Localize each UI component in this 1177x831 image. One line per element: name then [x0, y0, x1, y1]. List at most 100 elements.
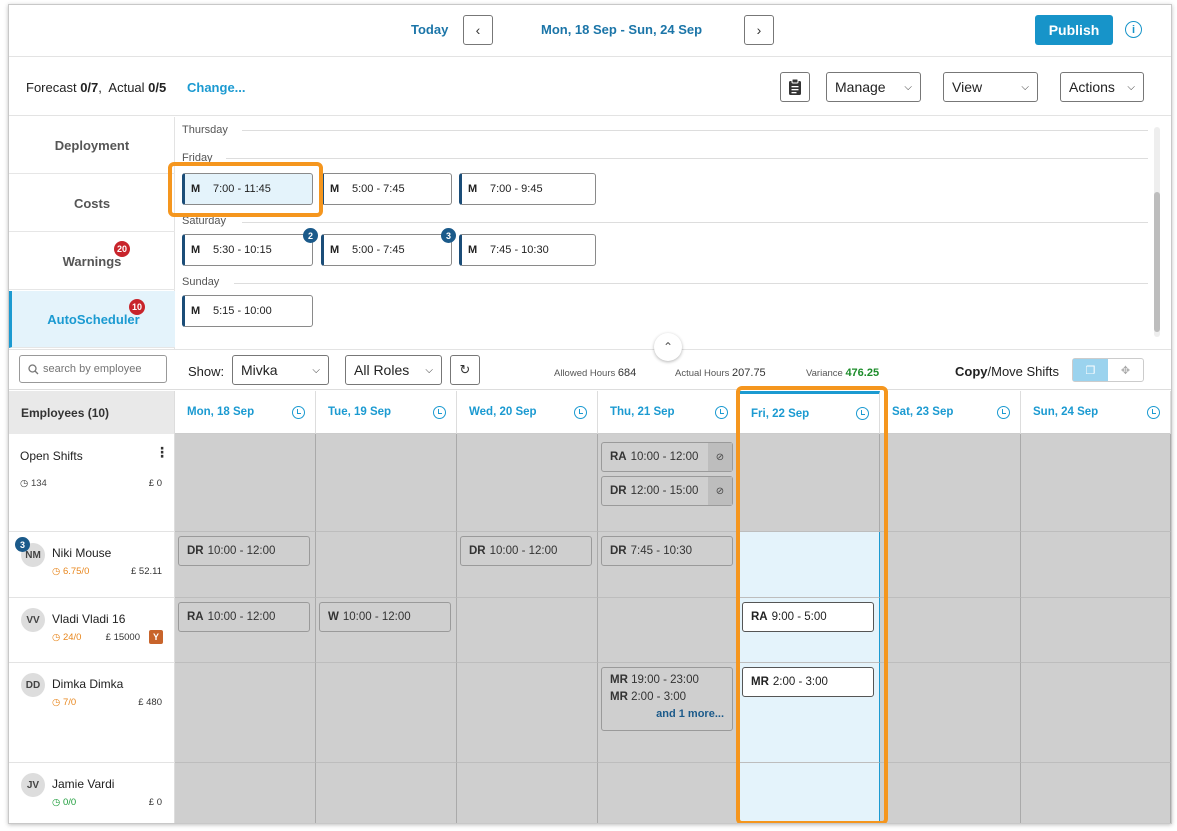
shift-block[interactable]: RA 9:00 - 5:00	[742, 602, 874, 632]
grid-cell[interactable]	[880, 434, 1021, 532]
grid-cell[interactable]	[1021, 663, 1171, 763]
roles-dropdown[interactable]: All Roles ⌵	[345, 355, 442, 385]
grid-cell[interactable]: RA 10:00 - 12:00	[175, 598, 316, 663]
day-header-thu[interactable]: Thu, 21 Sep	[598, 391, 739, 434]
clock-icon[interactable]	[292, 405, 305, 419]
today-link[interactable]: Today	[411, 22, 448, 37]
more-shifts-link[interactable]: and 1 more...	[610, 708, 724, 720]
grid-cell[interactable]	[880, 763, 1021, 823]
grid-cell[interactable]: DR 7:45 - 10:30	[598, 532, 739, 598]
collapse-panel-button[interactable]: ⌃	[654, 333, 682, 361]
manage-dropdown[interactable]: Manage ⌵	[826, 72, 921, 102]
grid-cell[interactable]	[457, 598, 598, 663]
shift-block[interactable]: MR 2:00 - 3:00	[742, 667, 874, 697]
grid-cell[interactable]	[457, 763, 598, 823]
copy-icon[interactable]: ❐	[1073, 359, 1108, 381]
open-shift-ra[interactable]: RA 10:00 - 12:00 ⊘	[601, 442, 733, 472]
clock-icon[interactable]	[1147, 405, 1160, 419]
grid-cell[interactable]	[316, 763, 457, 823]
move-icon[interactable]: ✥	[1108, 359, 1143, 381]
previous-week-button[interactable]: ‹	[463, 15, 493, 45]
grid-cell[interactable]: W 10:00 - 12:00	[316, 598, 457, 663]
next-week-button[interactable]: ›	[744, 15, 774, 45]
saturday-shift-card-3[interactable]: M 7:45 - 10:30	[459, 234, 596, 266]
info-icon[interactable]: i	[1125, 21, 1142, 38]
show-dropdown[interactable]: Mivka ⌵	[232, 355, 329, 385]
friday-shift-card-1[interactable]: M 7:00 - 11:45	[182, 173, 313, 205]
grid-cell[interactable]	[598, 598, 739, 663]
grid-cell[interactable]	[739, 763, 880, 823]
autofill-button[interactable]: ↻	[450, 355, 480, 385]
grid-cell[interactable]: RA 10:00 - 12:00 ⊘ DR 12:00 - 15:00 ⊘	[598, 434, 739, 532]
employee-name[interactable]: Vladi Vladi 16	[52, 612, 125, 626]
grid-cell[interactable]	[598, 763, 739, 823]
employee-name[interactable]: Jamie Vardi	[52, 777, 114, 791]
grid-cell[interactable]	[175, 663, 316, 763]
grid-cell[interactable]	[1021, 434, 1171, 532]
nav-warnings[interactable]: Warnings 20	[9, 233, 175, 290]
clock-icon[interactable]	[715, 405, 728, 419]
shift-block[interactable]: RA 10:00 - 12:00	[178, 602, 310, 632]
grid-cell[interactable]: MR 19:00 - 23:00 MR 2:00 - 3:00 and 1 mo…	[598, 663, 739, 763]
nav-autoscheduler[interactable]: AutoScheduler 10	[9, 291, 175, 348]
grid-cell[interactable]	[880, 663, 1021, 763]
multi-shift-block[interactable]: MR 19:00 - 23:00 MR 2:00 - 3:00 and 1 mo…	[601, 667, 733, 731]
grid-cell[interactable]	[880, 532, 1021, 598]
grid-cell[interactable]	[739, 434, 880, 532]
scrollbar-thumb[interactable]	[1154, 192, 1160, 332]
day-header-wed[interactable]: Wed, 20 Sep	[457, 391, 598, 434]
grid-cell[interactable]	[1021, 532, 1171, 598]
clock-icon[interactable]	[433, 405, 446, 419]
change-link[interactable]: Change...	[187, 80, 246, 95]
saturday-shift-card-1[interactable]: M 5:30 - 10:15	[182, 234, 313, 266]
shift-block[interactable]: DR 7:45 - 10:30	[601, 536, 733, 566]
saturday-shift-card-2[interactable]: M 5:00 - 7:45	[321, 234, 452, 266]
grid-cell[interactable]	[316, 434, 457, 532]
employee-name[interactable]: Dimka Dimka	[52, 677, 123, 691]
shift-block[interactable]: DR 10:00 - 12:00	[460, 536, 592, 566]
grid-cell[interactable]: MR 2:00 - 3:00	[739, 663, 880, 763]
grid-cell[interactable]: DR 10:00 - 12:00	[457, 532, 598, 598]
day-header-fri[interactable]: Fri, 22 Sep	[739, 391, 880, 434]
grid-cell[interactable]	[457, 663, 598, 763]
clock-icon[interactable]	[574, 405, 587, 419]
grid-cell[interactable]	[316, 532, 457, 598]
grid-cell[interactable]	[880, 598, 1021, 663]
clock-icon[interactable]	[856, 407, 869, 420]
clipboard-button[interactable]	[780, 72, 810, 102]
employee-search[interactable]	[19, 355, 167, 383]
day-header-sat[interactable]: Sat, 23 Sep	[880, 391, 1021, 434]
copy-move-toggle[interactable]: ❐ ✥	[1072, 358, 1144, 382]
employee-hours: ◷ 7/0	[52, 697, 77, 708]
grid-cell[interactable]	[739, 532, 880, 598]
day-header-tue[interactable]: Tue, 19 Sep	[316, 391, 457, 434]
day-header-mon[interactable]: Mon, 18 Sep	[175, 391, 316, 434]
grid-cell[interactable]	[1021, 763, 1171, 823]
eye-slash-icon[interactable]: ⊘	[708, 477, 732, 505]
grid-cell[interactable]: RA 9:00 - 5:00	[739, 598, 880, 663]
actions-dropdown[interactable]: Actions ⌵	[1060, 72, 1144, 102]
view-dropdown[interactable]: View ⌵	[943, 72, 1038, 102]
friday-shift-card-2[interactable]: M 5:00 - 7:45	[321, 173, 452, 205]
shift-block[interactable]: DR 10:00 - 12:00	[178, 536, 310, 566]
sunday-shift-card-1[interactable]: M 5:15 - 10:00	[182, 295, 313, 327]
publish-button[interactable]: Publish	[1035, 15, 1113, 45]
open-shift-dr[interactable]: DR 12:00 - 15:00 ⊘	[601, 476, 733, 506]
grid-cell[interactable]: DR 10:00 - 12:00	[175, 532, 316, 598]
grid-cell[interactable]	[175, 434, 316, 532]
day-header-sun[interactable]: Sun, 24 Sep	[1021, 391, 1171, 434]
nav-deployment[interactable]: Deployment	[9, 117, 175, 174]
grid-cell[interactable]	[175, 763, 316, 823]
grid-cell[interactable]	[316, 663, 457, 763]
panel-scrollbar[interactable]	[1154, 127, 1160, 337]
shift-block[interactable]: W 10:00 - 12:00	[319, 602, 451, 632]
employee-name[interactable]: Niki Mouse	[52, 546, 111, 560]
friday-shift-card-3[interactable]: M 7:00 - 9:45	[459, 173, 596, 205]
search-input[interactable]	[43, 363, 163, 375]
grid-cell[interactable]	[457, 434, 598, 532]
clock-icon[interactable]	[997, 405, 1010, 419]
grid-cell[interactable]	[1021, 598, 1171, 663]
eye-slash-icon[interactable]: ⊘	[708, 443, 732, 471]
more-options-icon[interactable]: ⋮	[155, 444, 169, 461]
nav-costs[interactable]: Costs	[9, 175, 175, 232]
